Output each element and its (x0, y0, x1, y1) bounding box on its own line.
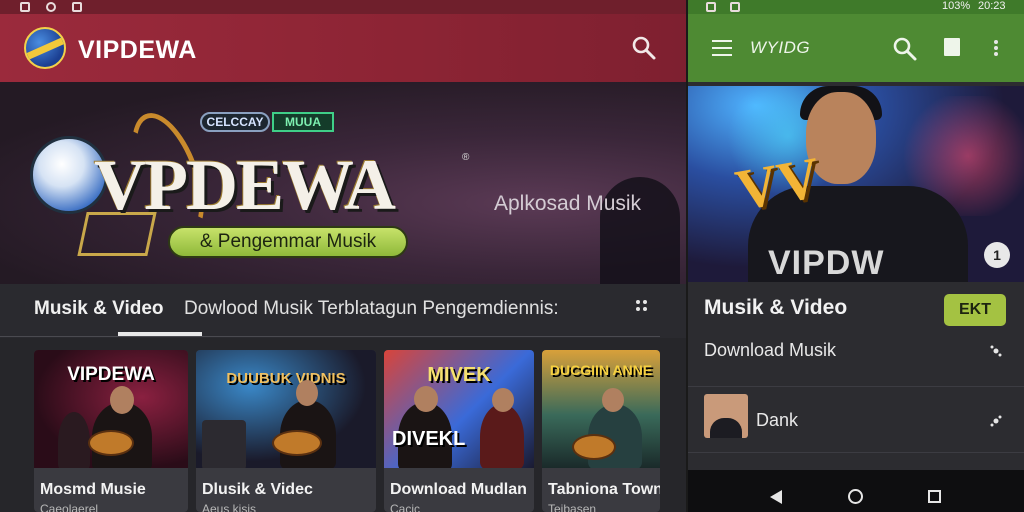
battery-level: 103% (942, 0, 971, 12)
card-thumb-text: MIVEK (427, 364, 491, 386)
hamburger-menu-icon[interactable] (712, 40, 732, 56)
more-dots-icon[interactable] (636, 300, 648, 312)
trademark-mark: ® (462, 152, 470, 163)
guitar-image (88, 430, 134, 456)
video-card[interactable]: DUCGIIN ANNE Tabniona Town Teibasen (542, 350, 660, 512)
performer-image (58, 412, 90, 468)
card-thumbnail: VIPDEWA (34, 350, 188, 468)
info-badge[interactable]: 1 (984, 242, 1010, 268)
card-thumb-text: VIPDEWA (67, 364, 155, 385)
list-item-download-musik[interactable]: Download Musik (704, 340, 836, 361)
card-subtitle: Teibasen (548, 502, 597, 512)
video-card[interactable]: MIVEK DIVEKL Download Mudlan Cacic (384, 350, 534, 512)
section-title: Musik & Video (704, 296, 848, 319)
performer-head (110, 386, 134, 414)
tab-download-musik[interactable]: Dowlood Musik Terblatagun Pengemdiennis: (184, 298, 559, 320)
performer-image (480, 404, 524, 468)
right-app-screen: 103% 20:23 WYIDG VV VIPDW 1 Musik & Vide… (686, 0, 1024, 512)
performer-head (602, 388, 624, 412)
hero-banner[interactable]: CELCCAY MUUA VPDEWA ® Aplkosad Musik & P… (0, 82, 686, 284)
settings-sparkle-icon[interactable] (990, 345, 1002, 357)
status-bar: 103% 20:23 (688, 0, 1024, 14)
card-title: Dlusik & Videc (202, 481, 313, 498)
card-title: Download Mudlan (390, 481, 527, 498)
tab-musik-video[interactable]: Musik & Video (34, 298, 164, 320)
card-thumb-text: DIVEKL (392, 428, 466, 450)
card-thumbnail: MIVEK DIVEKL (384, 350, 534, 468)
notification-icon (706, 2, 716, 12)
app-bar (688, 14, 1024, 82)
notification-icon (20, 2, 30, 12)
featured-video-banner[interactable]: VV VIPDW 1 (688, 86, 1024, 282)
guitar-image (572, 434, 616, 460)
left-app-screen: VIPDEWA CELCCAY MUUA VPDEWA ® Aplkosad M… (0, 0, 686, 512)
app-title: VIPDEWA (78, 36, 197, 64)
hero-badge-1: CELCCAY (200, 112, 270, 132)
back-triangle-icon[interactable] (770, 490, 782, 504)
card-title: Tabniona Town (548, 481, 660, 498)
hero-cta-button[interactable]: & Pengemmar Musik (168, 226, 408, 258)
hero-brand-logo: VPDEWA (94, 145, 396, 225)
card-thumbnail: DUUBUK VIDNIS (196, 350, 376, 468)
photo-icon (72, 2, 82, 12)
clock: 20:23 (978, 0, 1006, 12)
hero-badge-2: MUUA (272, 112, 334, 132)
search-icon[interactable] (630, 34, 658, 62)
divider (688, 386, 1024, 387)
section-action-button[interactable]: EKT (944, 294, 1006, 326)
settings-sparkle-icon[interactable] (990, 415, 1002, 427)
performer-head (492, 388, 514, 412)
recent-square-icon[interactable] (928, 490, 941, 503)
settings-icon (46, 2, 56, 12)
performer-head (414, 386, 438, 412)
avatar (704, 394, 748, 438)
card-thumb-text: DUCGIIN ANNE (549, 362, 653, 378)
card-thumb-text: DUUBUK VIDNIS (226, 370, 346, 387)
video-card[interactable]: DUUBUK VIDNIS Dlusik & Videc Aeus kisis (196, 350, 376, 512)
drum-kit-image (202, 420, 246, 468)
photo-icon (730, 2, 740, 12)
hero-subtitle: Aplkosad Musik (494, 192, 642, 215)
card-thumbnail: DUCGIIN ANNE (542, 350, 660, 468)
divider (688, 452, 1024, 453)
status-bar (0, 0, 686, 14)
app-logo-icon (24, 27, 66, 69)
performer-head (296, 380, 318, 406)
video-card[interactable]: VIPDEWA Mosmd Musie Caeolaerel (34, 350, 188, 512)
shirt-print: VIPDW (768, 244, 885, 282)
divider (0, 336, 660, 337)
search-icon[interactable] (892, 36, 918, 62)
more-vertical-icon[interactable] (994, 40, 998, 56)
card-subtitle: Cacic (390, 502, 421, 512)
document-icon[interactable] (944, 38, 960, 56)
home-circle-icon[interactable] (848, 489, 863, 504)
app-title: WYIDG (750, 38, 811, 57)
list-item-dank[interactable]: Dank (756, 410, 798, 431)
guitar-image (272, 430, 322, 456)
trophy-logo: VV (730, 144, 825, 223)
card-title: Mosmd Musie (40, 481, 146, 498)
card-subtitle: Aeus kisis (202, 502, 257, 512)
card-subtitle: Caeolaerel (40, 502, 99, 512)
